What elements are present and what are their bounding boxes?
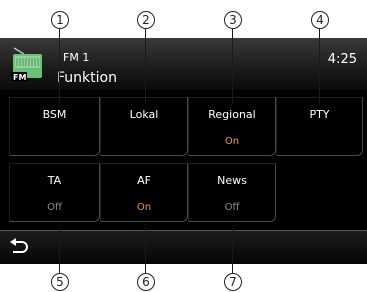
lokal-label: Lokal xyxy=(129,108,159,121)
regional-label: Regional xyxy=(208,108,256,121)
news-button[interactable]: News Off xyxy=(188,163,276,222)
callout-6: 6 xyxy=(137,273,155,291)
ta-label: TA xyxy=(47,174,62,187)
news-value: Off xyxy=(224,202,240,213)
fm-radio-icon: FM xyxy=(11,47,42,82)
ta-value: Off xyxy=(47,202,62,213)
footer-bar xyxy=(0,230,367,264)
back-arrow-icon[interactable] xyxy=(8,237,30,257)
af-value: On xyxy=(136,202,152,213)
page-title: Funktion xyxy=(57,70,117,86)
band-label: FM 1 xyxy=(63,51,90,64)
pty-button[interactable]: PTY xyxy=(276,97,363,156)
header-bar: FM FM 1 Funktion 4:25 xyxy=(0,38,367,90)
regional-button[interactable]: Regional On xyxy=(188,97,276,156)
pty-label: PTY xyxy=(309,108,330,121)
callout-3: 3 xyxy=(224,11,242,29)
af-button[interactable]: AF On xyxy=(100,163,188,222)
bsm-label: BSM xyxy=(42,108,67,121)
af-label: AF xyxy=(137,174,151,187)
clock: 4:25 xyxy=(327,52,357,67)
callout-1: 1 xyxy=(51,11,69,29)
callout-2: 2 xyxy=(137,11,155,29)
regional-value: On xyxy=(224,136,240,147)
function-screen: FM FM 1 Funktion 4:25 BSM Lokal Regional… xyxy=(0,38,367,264)
svg-text:FM: FM xyxy=(13,73,26,82)
lokal-button[interactable]: Lokal xyxy=(100,97,188,156)
news-label: News xyxy=(217,174,247,187)
callout-5: 5 xyxy=(51,273,69,291)
bsm-button[interactable]: BSM xyxy=(9,97,100,156)
callout-7: 7 xyxy=(224,273,242,291)
callout-4: 4 xyxy=(311,11,329,29)
ta-button[interactable]: TA Off xyxy=(9,163,100,222)
